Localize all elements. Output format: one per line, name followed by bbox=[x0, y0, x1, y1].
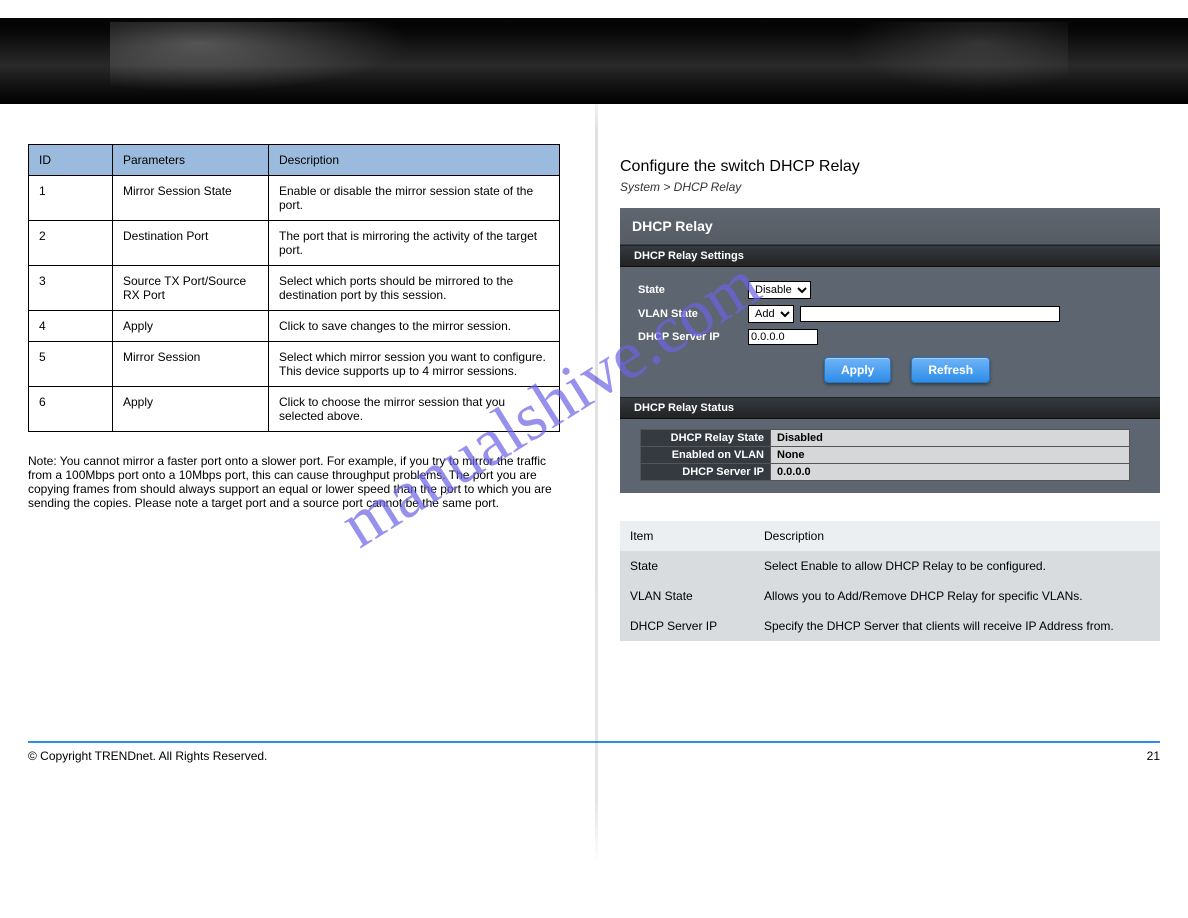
right-column: Configure the switch DHCP Relay System >… bbox=[620, 144, 1160, 641]
status-row: Enabled on VLAN None bbox=[641, 447, 1130, 464]
server-ip-input[interactable] bbox=[748, 329, 818, 345]
button-row: Apply Refresh bbox=[824, 357, 1142, 383]
cell-desc: Click to save changes to the mirror sess… bbox=[269, 311, 560, 342]
th-item-desc: Description bbox=[754, 521, 1160, 551]
cell-id: 5 bbox=[29, 342, 113, 387]
description-table: Item Description State Select Enable to … bbox=[620, 521, 1160, 641]
th-description: Description bbox=[269, 145, 560, 176]
desc-item: VLAN State bbox=[620, 581, 754, 611]
desc-text: Specify the DHCP Server that clients wil… bbox=[754, 611, 1160, 641]
settings-body: State Disable VLAN State Add DHCP Server… bbox=[620, 267, 1160, 397]
cell-id: 3 bbox=[29, 266, 113, 311]
cell-id: 6 bbox=[29, 387, 113, 432]
left-column: ID Parameters Description 1 Mirror Sessi… bbox=[28, 144, 560, 641]
table-row: 2 Destination Port The port that is mirr… bbox=[29, 221, 560, 266]
status-value: Disabled bbox=[771, 430, 1130, 447]
desc-item: DHCP Server IP bbox=[620, 611, 754, 641]
page-number: 21 bbox=[1147, 749, 1160, 763]
row-state: State Disable bbox=[638, 281, 1142, 299]
apply-button[interactable]: Apply bbox=[824, 357, 891, 383]
label-state: State bbox=[638, 284, 748, 296]
desc-text: Select Enable to allow DHCP Relay to be … bbox=[754, 551, 1160, 581]
vlan-state-select[interactable]: Add bbox=[748, 305, 794, 323]
mirroring-note: Note: You cannot mirror a faster port on… bbox=[28, 454, 560, 510]
state-select[interactable]: Disable bbox=[748, 281, 811, 299]
th-parameters: Parameters bbox=[113, 145, 269, 176]
cell-desc: Enable or disable the mirror session sta… bbox=[269, 176, 560, 221]
label-server-ip: DHCP Server IP bbox=[638, 331, 748, 343]
dhcp-relay-panel: DHCP Relay DHCP Relay Settings State Dis… bbox=[620, 208, 1160, 493]
cell-param: Mirror Session State bbox=[113, 176, 269, 221]
copyright-text: © Copyright TRENDnet. All Rights Reserve… bbox=[28, 749, 267, 763]
th-item: Item bbox=[620, 521, 754, 551]
status-table: DHCP Relay State Disabled Enabled on VLA… bbox=[640, 429, 1130, 481]
top-banner bbox=[0, 18, 1188, 104]
cell-id: 2 bbox=[29, 221, 113, 266]
table-row: 5 Mirror Session Select which mirror ses… bbox=[29, 342, 560, 387]
desc-row: VLAN State Allows you to Add/Remove DHCP… bbox=[620, 581, 1160, 611]
status-key: DHCP Server IP bbox=[641, 464, 771, 481]
status-section-bar: DHCP Relay Status bbox=[620, 397, 1160, 419]
vlan-state-input[interactable] bbox=[800, 306, 1060, 322]
desc-row: State Select Enable to allow DHCP Relay … bbox=[620, 551, 1160, 581]
refresh-button[interactable]: Refresh bbox=[911, 357, 990, 383]
cell-desc: Select which ports should be mirrored to… bbox=[269, 266, 560, 311]
table-row: 3 Source TX Port/Source RX Port Select w… bbox=[29, 266, 560, 311]
section-heading: Configure the switch DHCP Relay bbox=[620, 158, 1160, 176]
cell-param: Mirror Session bbox=[113, 342, 269, 387]
desc-text: Allows you to Add/Remove DHCP Relay for … bbox=[754, 581, 1160, 611]
breadcrumb: System > DHCP Relay bbox=[620, 180, 1160, 194]
status-key: DHCP Relay State bbox=[641, 430, 771, 447]
cell-desc: Click to choose the mirror session that … bbox=[269, 387, 560, 432]
status-value: None bbox=[771, 447, 1130, 464]
status-key: Enabled on VLAN bbox=[641, 447, 771, 464]
status-body: DHCP Relay State Disabled Enabled on VLA… bbox=[620, 419, 1160, 493]
row-vlan-state: VLAN State Add bbox=[638, 305, 1142, 323]
cell-desc: The port that is mirroring the activity … bbox=[269, 221, 560, 266]
status-value: 0.0.0.0 bbox=[771, 464, 1130, 481]
status-row: DHCP Relay State Disabled bbox=[641, 430, 1130, 447]
table-row: 1 Mirror Session State Enable or disable… bbox=[29, 176, 560, 221]
label-vlan-state: VLAN State bbox=[638, 308, 748, 320]
table-row: 6 Apply Click to choose the mirror sessi… bbox=[29, 387, 560, 432]
status-row: DHCP Server IP 0.0.0.0 bbox=[641, 464, 1130, 481]
page-footer: © Copyright TRENDnet. All Rights Reserve… bbox=[0, 743, 1188, 803]
cell-id: 1 bbox=[29, 176, 113, 221]
row-server-ip: DHCP Server IP bbox=[638, 329, 1142, 345]
settings-section-bar: DHCP Relay Settings bbox=[620, 245, 1160, 267]
column-divider bbox=[595, 84, 598, 864]
panel-title: DHCP Relay bbox=[620, 208, 1160, 245]
cell-param: Apply bbox=[113, 387, 269, 432]
cell-id: 4 bbox=[29, 311, 113, 342]
desc-row: DHCP Server IP Specify the DHCP Server t… bbox=[620, 611, 1160, 641]
table-row: 4 Apply Click to save changes to the mir… bbox=[29, 311, 560, 342]
cell-param: Apply bbox=[113, 311, 269, 342]
th-id: ID bbox=[29, 145, 113, 176]
cell-desc: Select which mirror session you want to … bbox=[269, 342, 560, 387]
cell-param: Destination Port bbox=[113, 221, 269, 266]
parameters-table: ID Parameters Description 1 Mirror Sessi… bbox=[28, 144, 560, 432]
desc-item: State bbox=[620, 551, 754, 581]
cell-param: Source TX Port/Source RX Port bbox=[113, 266, 269, 311]
